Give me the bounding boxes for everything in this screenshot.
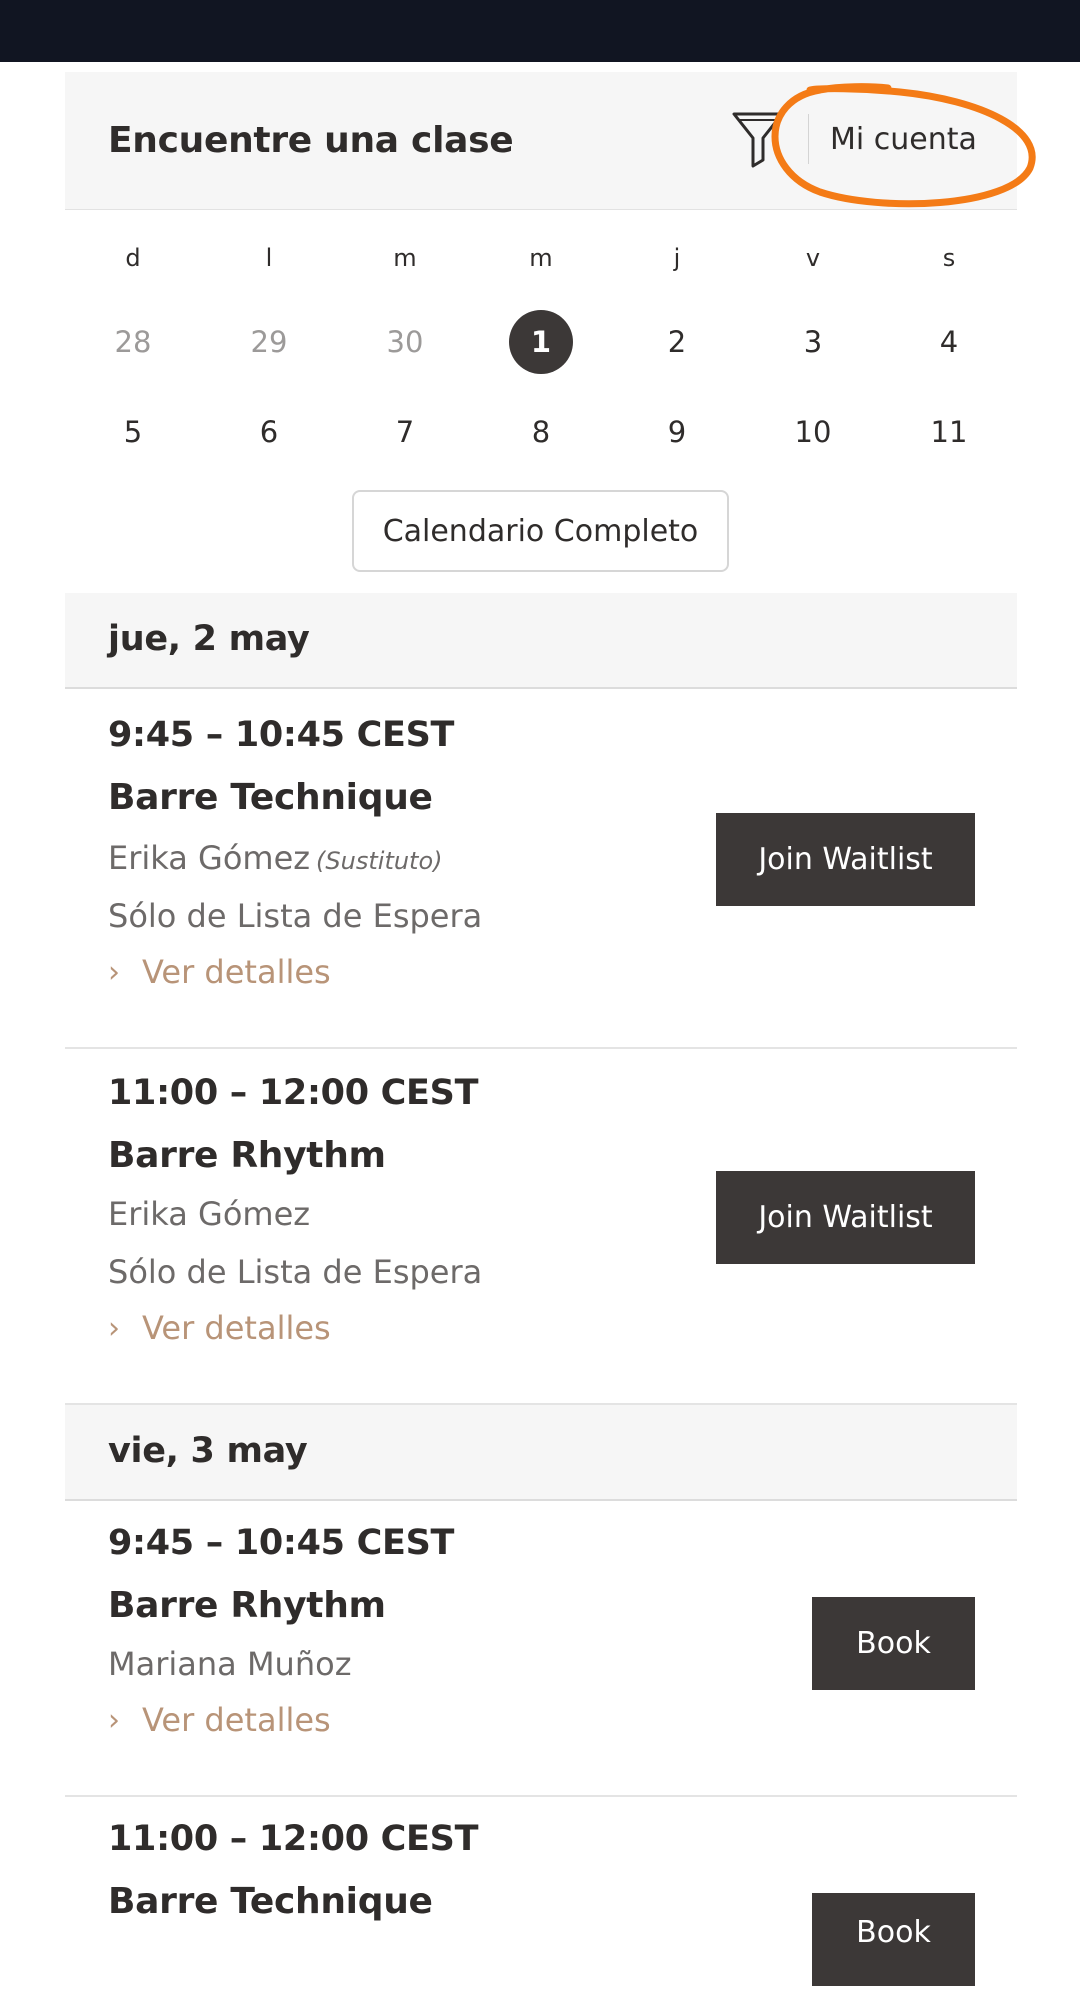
weekday-label: m (393, 244, 417, 272)
schedule-list: jue, 2 may 9:45 – 10:45 CEST Barre Techn… (65, 593, 1017, 1997)
calendar-day[interactable]: 6 (237, 400, 301, 464)
details-link[interactable]: › Ver detalles (108, 953, 331, 991)
weekday-header-row: d l m m j v s (65, 238, 1017, 278)
substitute-note: (Sustituto) (316, 847, 443, 875)
class-status: Sólo de Lista de Espera (108, 1253, 483, 1291)
details-label: Ver detalles (142, 1701, 331, 1739)
calendar-day[interactable]: 3 (781, 310, 845, 374)
calendar-day[interactable]: 28 (101, 310, 165, 374)
top-bar (0, 0, 1080, 62)
class-time: 11:00 – 12:00 CEST (108, 1819, 479, 1859)
book-button[interactable]: Book (812, 1597, 975, 1690)
weekday-label: m (529, 244, 553, 272)
calendar-day[interactable]: 4 (917, 310, 981, 374)
class-instructor: Erika Gómez (Sustituto) (108, 839, 443, 877)
join-waitlist-button[interactable]: Join Waitlist (716, 1171, 975, 1264)
weekday-label: s (942, 244, 956, 272)
chevron-right-icon: › (108, 1310, 120, 1346)
class-time: 9:45 – 10:45 CEST (108, 715, 455, 755)
calendar-week-row: 5 6 7 8 9 10 11 (65, 400, 1017, 464)
date-label: jue, 2 may (108, 619, 310, 659)
date-header: vie, 3 may (65, 1405, 1017, 1501)
calendar-day[interactable]: 29 (237, 310, 301, 374)
instructor-name: Erika Gómez (108, 839, 311, 877)
calendar-week-row: 28 29 30 1 2 3 4 (65, 310, 1017, 374)
class-instructor: Mariana Muñoz (108, 1645, 352, 1683)
page-title: Encuentre una clase (108, 120, 514, 161)
class-time: 11:00 – 12:00 CEST (108, 1073, 479, 1113)
details-link[interactable]: › Ver detalles (108, 1309, 331, 1347)
calendar-day[interactable]: 2 (645, 310, 709, 374)
calendar-day[interactable]: 9 (645, 400, 709, 464)
calendar-day[interactable]: 8 (509, 400, 573, 464)
weekday-label: v (805, 244, 821, 272)
class-time: 9:45 – 10:45 CEST (108, 1523, 455, 1563)
details-label: Ver detalles (142, 953, 331, 991)
weekday-label: j (673, 244, 681, 272)
filter-icon[interactable] (731, 110, 785, 168)
weekday-label: l (265, 244, 273, 272)
full-calendar-button[interactable]: Calendario Completo (352, 490, 729, 572)
calendar-day-selected[interactable]: 1 (509, 310, 573, 374)
finder-header: Encuentre una clase Mi cuenta (65, 72, 1017, 210)
my-account-link[interactable]: Mi cuenta (830, 122, 977, 157)
chevron-right-icon: › (108, 1702, 120, 1738)
class-name: Barre Technique (108, 1881, 433, 1922)
class-finder: Encuentre una clase Mi cuenta d l m m j … (65, 72, 1017, 542)
class-item: 9:45 – 10:45 CEST Barre Technique Erika … (65, 689, 1017, 1049)
calendar-day[interactable]: 5 (101, 400, 165, 464)
class-name: Barre Technique (108, 777, 433, 818)
class-instructor: Erika Gómez (108, 1195, 311, 1233)
book-button[interactable]: Book (812, 1893, 975, 1986)
details-label: Ver detalles (142, 1309, 331, 1347)
class-item: 9:45 – 10:45 CEST Barre Rhythm Mariana M… (65, 1501, 1017, 1797)
date-label: vie, 3 may (108, 1431, 308, 1471)
header-divider (808, 114, 809, 164)
calendar-day[interactable]: 7 (373, 400, 437, 464)
weekday-label: d (125, 244, 141, 272)
class-name: Barre Rhythm (108, 1135, 386, 1176)
class-status: Sólo de Lista de Espera (108, 897, 483, 935)
details-link[interactable]: › Ver detalles (108, 1701, 331, 1739)
calendar-day[interactable]: 11 (917, 400, 981, 464)
class-item: 11:00 – 12:00 CEST Barre Technique Book (65, 1797, 1017, 1997)
class-name: Barre Rhythm (108, 1585, 386, 1626)
join-waitlist-button[interactable]: Join Waitlist (716, 813, 975, 906)
calendar-day[interactable]: 30 (373, 310, 437, 374)
class-item: 11:00 – 12:00 CEST Barre Rhythm Erika Gó… (65, 1049, 1017, 1405)
chevron-right-icon: › (108, 954, 120, 990)
calendar-day[interactable]: 10 (781, 400, 845, 464)
date-header: jue, 2 may (65, 593, 1017, 689)
